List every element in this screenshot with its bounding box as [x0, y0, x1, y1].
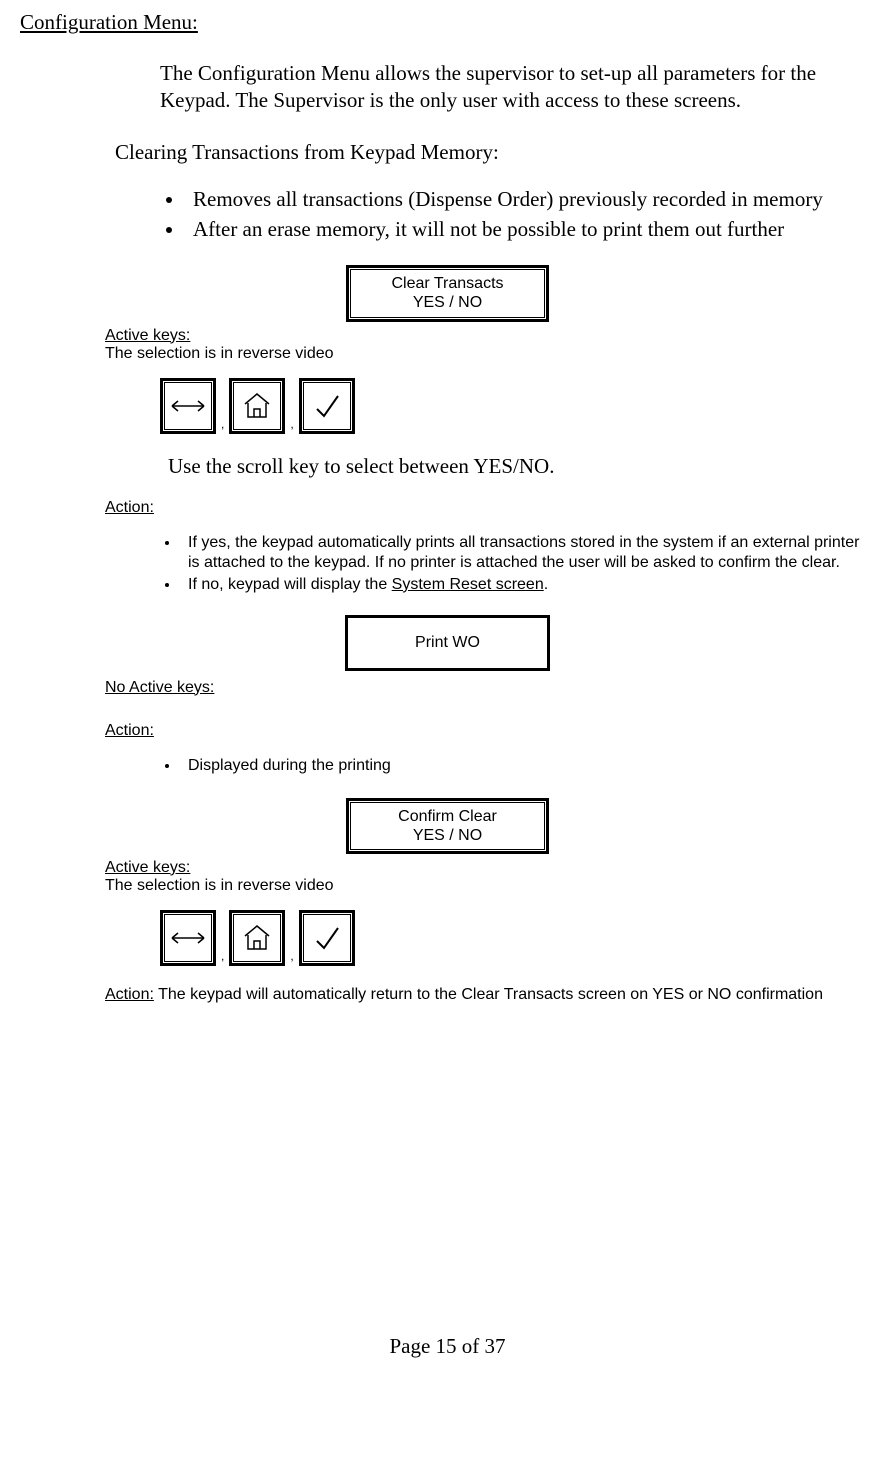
key-row: , , [160, 910, 875, 966]
reverse-video-note: The selection is in reverse video [105, 345, 875, 363]
home-key-button[interactable] [229, 378, 285, 434]
action-label: Action: [105, 499, 875, 517]
active-keys-label: Active keys: [105, 327, 875, 345]
lcd-clear-transacts: Clear Transacts YES / NO [346, 265, 549, 321]
reverse-video-note: The selection is in reverse video [105, 877, 875, 895]
subheading: Clearing Transactions from Keypad Memory… [115, 140, 875, 165]
scroll-instruction: Use the scroll key to select between YES… [168, 454, 875, 479]
section-title: Configuration Menu: [20, 10, 875, 35]
lcd-line: YES / NO [353, 293, 542, 312]
lcd-line: Print WO [350, 634, 545, 652]
intro-paragraph: The Configuration Menu allows the superv… [160, 60, 865, 115]
scroll-icon [170, 397, 206, 415]
scroll-key-button[interactable] [160, 910, 216, 966]
key-row: , , [160, 378, 875, 434]
separator: , [221, 417, 224, 431]
lcd-line: YES / NO [353, 826, 542, 845]
list-item: After an erase memory, it will not be po… [185, 216, 875, 243]
page-footer: Page 15 of 37 [20, 1334, 875, 1359]
check-icon [312, 924, 342, 952]
check-key-button[interactable] [299, 910, 355, 966]
action-label: Action: [105, 722, 875, 740]
check-key-button[interactable] [299, 378, 355, 434]
list-item: Removes all transactions (Dispense Order… [185, 186, 875, 213]
home-icon [241, 392, 273, 420]
check-icon [312, 392, 342, 420]
separator: , [221, 949, 224, 963]
separator: , [290, 949, 293, 963]
home-icon [241, 924, 273, 952]
active-keys-label: Active keys: [105, 859, 875, 877]
lcd-print-wo: Print WO [345, 615, 550, 671]
list-item: If no, keypad will display the System Re… [180, 575, 875, 595]
scroll-icon [170, 929, 206, 947]
action-return-note: Action: The keypad will automatically re… [105, 986, 875, 1004]
no-active-keys-label: No Active keys: [105, 679, 875, 697]
lcd-line: Confirm Clear [353, 807, 542, 826]
home-key-button[interactable] [229, 910, 285, 966]
list-item: Displayed during the printing [180, 756, 875, 776]
scroll-key-button[interactable] [160, 378, 216, 434]
separator: , [290, 417, 293, 431]
main-bullet-list: Removes all transactions (Dispense Order… [160, 186, 875, 244]
lcd-line: Clear Transacts [353, 274, 542, 293]
action-bullet-list: Displayed during the printing [160, 756, 875, 776]
action-bullet-list: If yes, the keypad automatically prints … [160, 533, 875, 595]
list-item: If yes, the keypad automatically prints … [180, 533, 875, 573]
lcd-confirm-clear: Confirm Clear YES / NO [346, 798, 549, 854]
